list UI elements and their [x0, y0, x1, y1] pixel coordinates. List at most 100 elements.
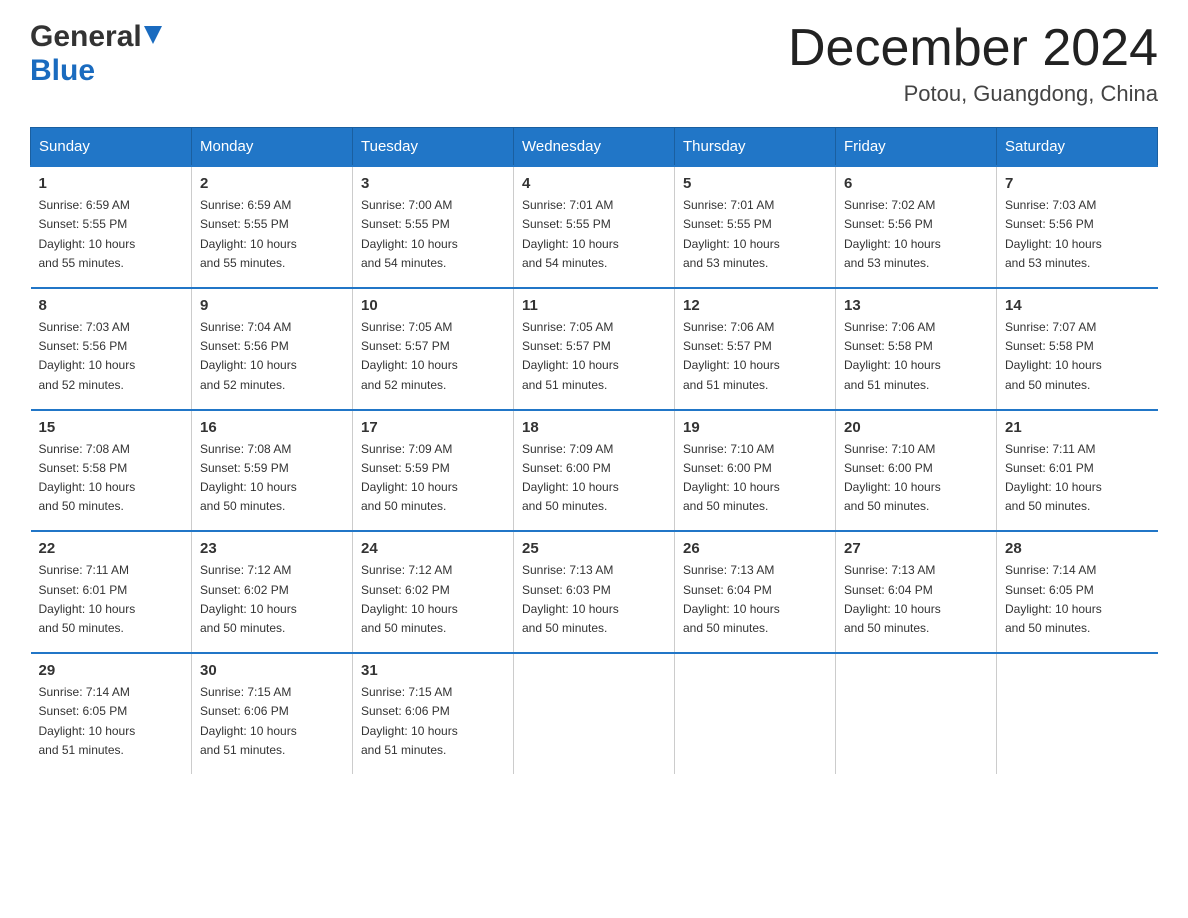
day-cell: 18 Sunrise: 7:09 AM Sunset: 6:00 PM Dayl… [514, 410, 675, 532]
day-info: Sunrise: 7:11 AM Sunset: 6:01 PM Dayligh… [1005, 440, 1150, 517]
day-info: Sunrise: 7:03 AM Sunset: 5:56 PM Dayligh… [1005, 196, 1150, 273]
day-cell: 17 Sunrise: 7:09 AM Sunset: 5:59 PM Dayl… [353, 410, 514, 532]
day-info: Sunrise: 7:08 AM Sunset: 5:58 PM Dayligh… [39, 440, 184, 517]
col-thursday: Thursday [675, 128, 836, 167]
week-row-1: 1 Sunrise: 6:59 AM Sunset: 5:55 PM Dayli… [31, 166, 1158, 288]
day-info: Sunrise: 7:05 AM Sunset: 5:57 PM Dayligh… [361, 318, 505, 395]
calendar-header: Sunday Monday Tuesday Wednesday Thursday… [31, 128, 1158, 167]
day-info: Sunrise: 7:12 AM Sunset: 6:02 PM Dayligh… [361, 561, 505, 638]
day-info: Sunrise: 7:01 AM Sunset: 5:55 PM Dayligh… [683, 196, 827, 273]
day-cell [675, 653, 836, 774]
day-number: 4 [522, 175, 666, 192]
day-cell: 9 Sunrise: 7:04 AM Sunset: 5:56 PM Dayli… [192, 288, 353, 410]
day-number: 2 [200, 175, 344, 192]
col-tuesday: Tuesday [353, 128, 514, 167]
week-row-4: 22 Sunrise: 7:11 AM Sunset: 6:01 PM Dayl… [31, 531, 1158, 653]
day-cell: 21 Sunrise: 7:11 AM Sunset: 6:01 PM Dayl… [997, 410, 1158, 532]
day-number: 25 [522, 540, 666, 557]
day-cell: 3 Sunrise: 7:00 AM Sunset: 5:55 PM Dayli… [353, 166, 514, 288]
day-cell: 14 Sunrise: 7:07 AM Sunset: 5:58 PM Dayl… [997, 288, 1158, 410]
day-cell: 5 Sunrise: 7:01 AM Sunset: 5:55 PM Dayli… [675, 166, 836, 288]
day-cell [836, 653, 997, 774]
col-wednesday: Wednesday [514, 128, 675, 167]
day-number: 7 [1005, 175, 1150, 192]
day-cell: 11 Sunrise: 7:05 AM Sunset: 5:57 PM Dayl… [514, 288, 675, 410]
logo-general-text: General [30, 20, 142, 54]
day-info: Sunrise: 7:02 AM Sunset: 5:56 PM Dayligh… [844, 196, 988, 273]
day-number: 20 [844, 419, 988, 436]
day-info: Sunrise: 7:13 AM Sunset: 6:03 PM Dayligh… [522, 561, 666, 638]
day-cell: 23 Sunrise: 7:12 AM Sunset: 6:02 PM Dayl… [192, 531, 353, 653]
day-info: Sunrise: 7:06 AM Sunset: 5:58 PM Dayligh… [844, 318, 988, 395]
day-number: 14 [1005, 297, 1150, 314]
day-cell: 22 Sunrise: 7:11 AM Sunset: 6:01 PM Dayl… [31, 531, 192, 653]
day-cell: 15 Sunrise: 7:08 AM Sunset: 5:58 PM Dayl… [31, 410, 192, 532]
day-info: Sunrise: 7:07 AM Sunset: 5:58 PM Dayligh… [1005, 318, 1150, 395]
calendar-body: 1 Sunrise: 6:59 AM Sunset: 5:55 PM Dayli… [31, 166, 1158, 774]
day-number: 3 [361, 175, 505, 192]
day-cell: 25 Sunrise: 7:13 AM Sunset: 6:03 PM Dayl… [514, 531, 675, 653]
day-info: Sunrise: 7:04 AM Sunset: 5:56 PM Dayligh… [200, 318, 344, 395]
day-cell: 10 Sunrise: 7:05 AM Sunset: 5:57 PM Dayl… [353, 288, 514, 410]
day-info: Sunrise: 7:11 AM Sunset: 6:01 PM Dayligh… [39, 561, 184, 638]
day-number: 23 [200, 540, 344, 557]
day-number: 31 [361, 662, 505, 679]
day-number: 12 [683, 297, 827, 314]
day-number: 1 [39, 175, 184, 192]
day-cell [514, 653, 675, 774]
day-info: Sunrise: 7:15 AM Sunset: 6:06 PM Dayligh… [200, 683, 344, 760]
day-cell: 24 Sunrise: 7:12 AM Sunset: 6:02 PM Dayl… [353, 531, 514, 653]
day-number: 30 [200, 662, 344, 679]
day-info: Sunrise: 7:10 AM Sunset: 6:00 PM Dayligh… [683, 440, 827, 517]
day-number: 19 [683, 419, 827, 436]
col-saturday: Saturday [997, 128, 1158, 167]
col-monday: Monday [192, 128, 353, 167]
day-info: Sunrise: 7:14 AM Sunset: 6:05 PM Dayligh… [39, 683, 184, 760]
day-info: Sunrise: 7:13 AM Sunset: 6:04 PM Dayligh… [844, 561, 988, 638]
day-cell: 29 Sunrise: 7:14 AM Sunset: 6:05 PM Dayl… [31, 653, 192, 774]
day-number: 27 [844, 540, 988, 557]
day-info: Sunrise: 7:08 AM Sunset: 5:59 PM Dayligh… [200, 440, 344, 517]
day-info: Sunrise: 7:13 AM Sunset: 6:04 PM Dayligh… [683, 561, 827, 638]
day-number: 15 [39, 419, 184, 436]
day-cell: 12 Sunrise: 7:06 AM Sunset: 5:57 PM Dayl… [675, 288, 836, 410]
day-number: 11 [522, 297, 666, 314]
day-info: Sunrise: 7:00 AM Sunset: 5:55 PM Dayligh… [361, 196, 505, 273]
day-info: Sunrise: 6:59 AM Sunset: 5:55 PM Dayligh… [200, 196, 344, 273]
day-cell: 8 Sunrise: 7:03 AM Sunset: 5:56 PM Dayli… [31, 288, 192, 410]
day-cell: 4 Sunrise: 7:01 AM Sunset: 5:55 PM Dayli… [514, 166, 675, 288]
col-friday: Friday [836, 128, 997, 167]
day-cell: 16 Sunrise: 7:08 AM Sunset: 5:59 PM Dayl… [192, 410, 353, 532]
calendar-table: Sunday Monday Tuesday Wednesday Thursday… [30, 127, 1158, 774]
day-number: 9 [200, 297, 344, 314]
day-cell: 6 Sunrise: 7:02 AM Sunset: 5:56 PM Dayli… [836, 166, 997, 288]
day-info: Sunrise: 7:10 AM Sunset: 6:00 PM Dayligh… [844, 440, 988, 517]
day-cell: 28 Sunrise: 7:14 AM Sunset: 6:05 PM Dayl… [997, 531, 1158, 653]
day-info: Sunrise: 7:09 AM Sunset: 6:00 PM Dayligh… [522, 440, 666, 517]
day-cell: 31 Sunrise: 7:15 AM Sunset: 6:06 PM Dayl… [353, 653, 514, 774]
logo: General Blue [30, 20, 162, 88]
day-cell [997, 653, 1158, 774]
day-number: 29 [39, 662, 184, 679]
location-title: Potou, Guangdong, China [788, 81, 1158, 107]
logo-blue-text: Blue [30, 54, 95, 88]
day-cell: 20 Sunrise: 7:10 AM Sunset: 6:00 PM Dayl… [836, 410, 997, 532]
day-number: 26 [683, 540, 827, 557]
day-info: Sunrise: 7:06 AM Sunset: 5:57 PM Dayligh… [683, 318, 827, 395]
day-number: 16 [200, 419, 344, 436]
day-number: 10 [361, 297, 505, 314]
day-number: 6 [844, 175, 988, 192]
week-row-5: 29 Sunrise: 7:14 AM Sunset: 6:05 PM Dayl… [31, 653, 1158, 774]
day-cell: 2 Sunrise: 6:59 AM Sunset: 5:55 PM Dayli… [192, 166, 353, 288]
day-cell: 27 Sunrise: 7:13 AM Sunset: 6:04 PM Dayl… [836, 531, 997, 653]
day-info: Sunrise: 6:59 AM Sunset: 5:55 PM Dayligh… [39, 196, 184, 273]
day-info: Sunrise: 7:12 AM Sunset: 6:02 PM Dayligh… [200, 561, 344, 638]
col-sunday: Sunday [31, 128, 192, 167]
day-number: 13 [844, 297, 988, 314]
title-block: December 2024 Potou, Guangdong, China [788, 20, 1158, 107]
header-row: Sunday Monday Tuesday Wednesday Thursday… [31, 128, 1158, 167]
month-title: December 2024 [788, 20, 1158, 77]
week-row-2: 8 Sunrise: 7:03 AM Sunset: 5:56 PM Dayli… [31, 288, 1158, 410]
day-number: 22 [39, 540, 184, 557]
day-info: Sunrise: 7:15 AM Sunset: 6:06 PM Dayligh… [361, 683, 505, 760]
